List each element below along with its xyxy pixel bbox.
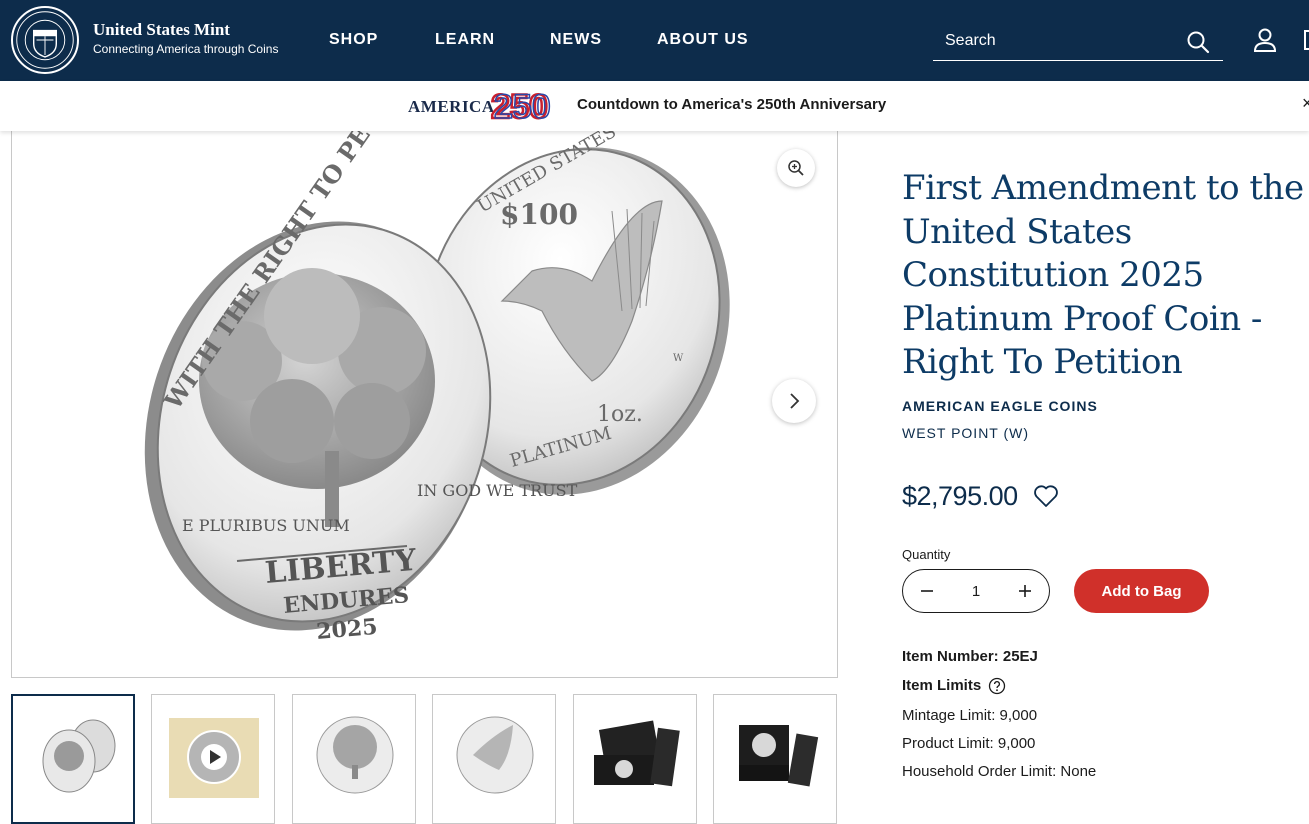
us-mint-seal-logo[interactable] <box>11 6 79 74</box>
minus-icon[interactable] <box>917 581 937 601</box>
svg-text:$100: $100 <box>500 198 578 231</box>
thumbnail-video[interactable] <box>151 694 275 824</box>
nav-shop[interactable]: SHOP <box>329 31 378 49</box>
nav-about-us[interactable]: ABOUT US <box>657 31 749 49</box>
anniversary-banner: AMERICA 250 250 Countdown to America's 2… <box>0 81 1309 131</box>
banner-close-icon[interactable]: × <box>1302 93 1309 114</box>
next-image-button[interactable] <box>772 379 816 423</box>
mintage-limit: Mintage Limit: 9,000 <box>902 707 1038 724</box>
item-number-label: Item Number: <box>902 648 999 665</box>
mint-location: WEST POINT (W) <box>902 425 1030 441</box>
thumbnail-packaging-open[interactable] <box>573 694 697 824</box>
account-icon[interactable] <box>1253 27 1277 52</box>
product-category-link[interactable]: AMERICAN EAGLE COINS <box>902 398 1098 414</box>
banner-text[interactable]: Countdown to America's 250th Anniversary <box>577 96 886 113</box>
product-title: First Amendment to the United States Con… <box>902 168 1304 382</box>
svg-text:2025: 2025 <box>315 614 378 645</box>
svg-text:IN GOD WE TRUST: IN GOD WE TRUST <box>417 481 578 500</box>
nav-news[interactable]: NEWS <box>550 31 602 49</box>
thumbnail-packaging-case[interactable] <box>713 694 837 824</box>
quantity-stepper <box>902 569 1050 613</box>
plus-icon[interactable] <box>1015 581 1035 601</box>
thumbnail-coin-pair[interactable] <box>11 694 135 824</box>
zoom-in-icon <box>788 160 804 176</box>
thumbnail-coin-obverse[interactable] <box>432 694 556 824</box>
heart-icon[interactable] <box>1033 484 1059 508</box>
add-to-bag-button[interactable]: Add to Bag <box>1074 569 1209 613</box>
shopping-bag-icon[interactable] <box>1304 30 1309 50</box>
svg-text:E PLURIBUS UNUM: E PLURIBUS UNUM <box>182 516 350 535</box>
product-limit: Product Limit: 9,000 <box>902 735 1036 752</box>
search-box <box>933 22 1223 61</box>
america-250-logo-word: AMERICA <box>408 97 495 116</box>
nav-learn[interactable]: LEARN <box>435 31 495 49</box>
svg-text:250: 250 <box>494 88 551 123</box>
product-price: $2,795.00 <box>902 481 1018 511</box>
brand-tagline: Connecting America through Coins <box>93 42 279 56</box>
zoom-button[interactable] <box>777 149 815 187</box>
america-250-logo-icon: 250 250 <box>490 87 552 123</box>
search-input[interactable] <box>933 22 1173 60</box>
thumbnail-coin-reverse[interactable] <box>292 694 416 824</box>
site-header: United States Mint Connecting America th… <box>0 0 1309 81</box>
item-limits-label: Item Limits <box>902 677 982 694</box>
household-order-limit: Household Order Limit: None <box>902 763 1097 780</box>
search-icon[interactable] <box>1186 30 1210 54</box>
product-main-image[interactable]: $100 1oz. PLATINUM W UNITED STATES OF AM… <box>11 120 838 678</box>
svg-text:W: W <box>673 353 684 364</box>
brand-name[interactable]: United States Mint <box>93 20 230 40</box>
item-number-value: 25EJ <box>1002 648 1038 665</box>
coin-pair-image: $100 1oz. PLATINUM W UNITED STATES OF AM… <box>144 121 734 645</box>
item-limits-heading: Item Limits <box>902 677 981 694</box>
help-icon[interactable] <box>988 677 1006 695</box>
quantity-input[interactable] <box>951 581 1001 601</box>
chevron-right-icon <box>790 393 800 409</box>
quantity-label: Quantity <box>902 547 951 562</box>
item-number: Item Number: 25EJ <box>902 648 1038 665</box>
